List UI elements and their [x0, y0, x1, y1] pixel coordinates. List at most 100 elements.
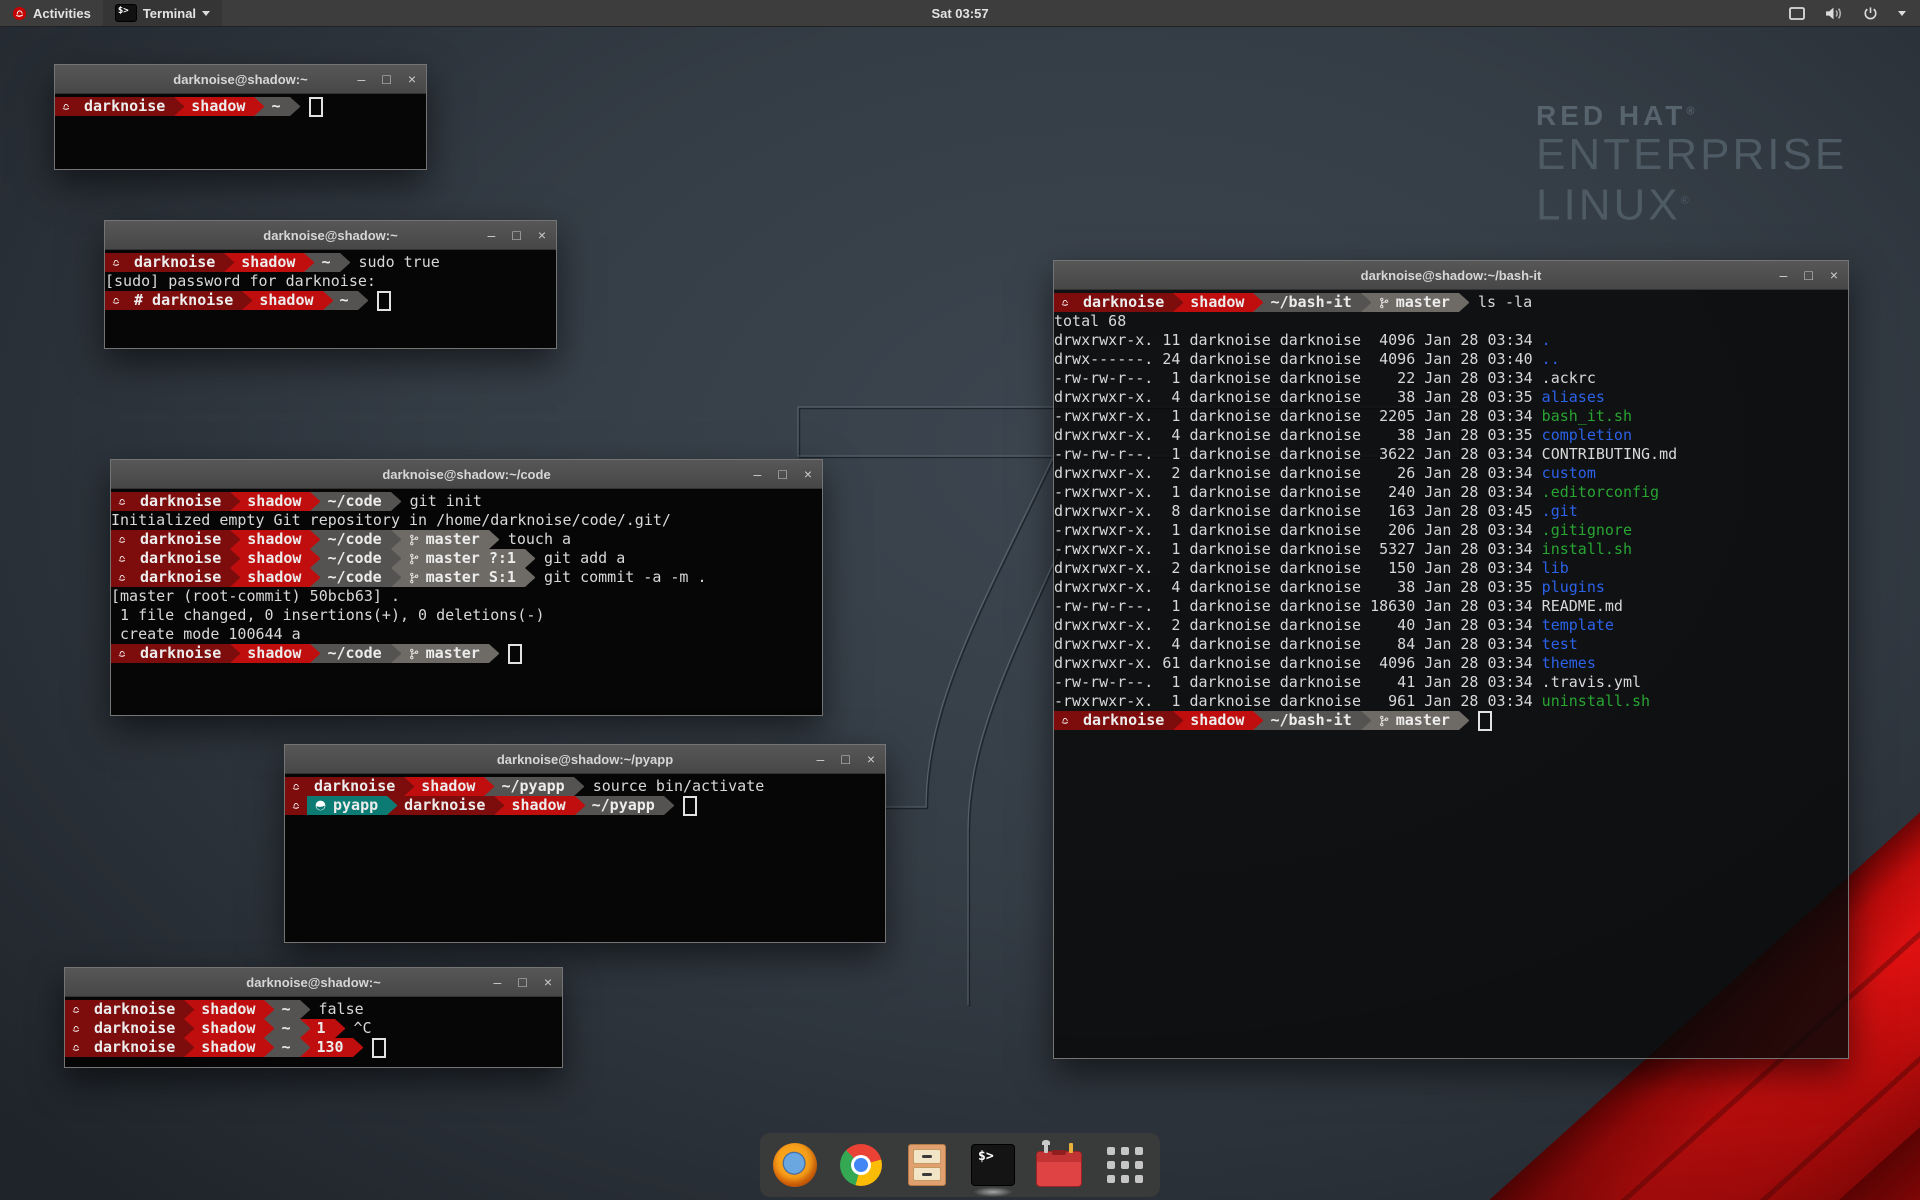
- maximize-button[interactable]: □: [841, 745, 849, 773]
- terminal-content[interactable]: darknoiseshadow~/bash-itmasterls -latota…: [1054, 290, 1848, 1058]
- prompt-segment: darknoise: [127, 253, 224, 272]
- powerline-arrow-icon: [391, 568, 401, 587]
- prompt-line: darknoiseshadow~false: [65, 1000, 562, 1019]
- minimize-button[interactable]: –: [817, 745, 825, 773]
- terminal-content[interactable]: darknoiseshadow~/pyappsource bin/activat…: [285, 774, 885, 942]
- ls-row-filename: CONTRIBUTING.md: [1542, 445, 1677, 463]
- dock-icon-app-grid[interactable]: [1102, 1142, 1148, 1188]
- activities-button[interactable]: Activities: [0, 0, 103, 26]
- terminal-content[interactable]: darknoiseshadow~falsedarknoiseshadow~1^C…: [65, 997, 562, 1067]
- prompt-segment: ~: [274, 1019, 299, 1038]
- terminal-content[interactable]: darknoiseshadow~: [55, 94, 426, 169]
- redhat-icon: [55, 97, 77, 116]
- prompt-line: darknoiseshadow~/codemastertouch a: [111, 530, 822, 549]
- powerline-arrow-icon: [391, 549, 401, 568]
- prompt-segment: ~/pyapp: [585, 796, 664, 815]
- minimize-button[interactable]: –: [488, 221, 496, 249]
- prompt-segment: darknoise: [133, 568, 230, 587]
- prompt-segment-text: shadow: [201, 1019, 255, 1038]
- close-button[interactable]: ×: [544, 968, 552, 996]
- prompt-segment: shadow: [240, 492, 310, 511]
- prompt-segment-text: shadow: [191, 97, 245, 116]
- top-bar: Activities $> Terminal Sat 03:57: [0, 0, 1920, 27]
- close-button[interactable]: ×: [867, 745, 875, 773]
- chrome-icon: [840, 1144, 882, 1186]
- maximize-button[interactable]: □: [778, 460, 786, 488]
- chevron-down-icon[interactable]: [1898, 11, 1906, 16]
- window-titlebar[interactable]: darknoise@shadow:~/code–□×: [111, 460, 822, 489]
- redhat-icon: [111, 568, 133, 587]
- screen-icon[interactable]: [1789, 7, 1805, 20]
- close-button[interactable]: ×: [804, 460, 812, 488]
- powerline-arrow-icon: [353, 1038, 363, 1057]
- app-menu-terminal[interactable]: $> Terminal: [103, 0, 222, 26]
- close-button[interactable]: ×: [408, 65, 416, 93]
- ls-row: -rwxrwxr-x. 1 darknoise darknoise 2205 J…: [1054, 407, 1848, 426]
- powerline-arrow-icon: [230, 644, 240, 663]
- redhat-icon: [65, 1019, 87, 1038]
- powerline-arrow-icon: [575, 796, 585, 815]
- ls-row-fields: drwxrwxr-x. 2 darknoise darknoise 26 Jan…: [1054, 464, 1542, 482]
- ls-row-fields: drwx------. 24 darknoise darknoise 4096 …: [1054, 350, 1542, 368]
- close-button[interactable]: ×: [1830, 261, 1838, 289]
- minimize-button[interactable]: –: [1780, 261, 1788, 289]
- command-text: git add a: [535, 549, 625, 568]
- app-grid-icon: [1107, 1147, 1143, 1183]
- dock-icon-toolbox[interactable]: [1036, 1142, 1082, 1188]
- ls-row-fields: drwxrwxr-x. 4 darknoise darknoise 38 Jan…: [1054, 578, 1542, 596]
- redhat-icon: [105, 291, 127, 310]
- ls-row-filename: uninstall.sh: [1542, 692, 1650, 710]
- window-titlebar[interactable]: darknoise@shadow:~/pyapp–□×: [285, 745, 885, 774]
- prompt-segment-text: darknoise: [94, 1019, 175, 1038]
- ls-row: -rw-rw-r--. 1 darknoise darknoise 22 Jan…: [1054, 369, 1848, 388]
- redhat-icon: [116, 534, 128, 546]
- prompt-segment-text: darknoise: [94, 1000, 175, 1019]
- terminal-icon: $>: [971, 1144, 1015, 1186]
- dock-icon-chrome[interactable]: [838, 1142, 884, 1188]
- clock[interactable]: Sat 03:57: [0, 6, 1920, 21]
- maximize-button[interactable]: □: [382, 65, 390, 93]
- volume-icon[interactable]: [1825, 6, 1843, 21]
- window-titlebar[interactable]: darknoise@shadow:~–□×: [65, 968, 562, 997]
- maximize-button[interactable]: □: [518, 968, 526, 996]
- window-titlebar[interactable]: darknoise@shadow:~–□×: [55, 65, 426, 94]
- redhat-icon: [111, 644, 133, 663]
- powerline-arrow-icon: [404, 777, 414, 796]
- dock-icon-terminal[interactable]: $>: [970, 1142, 1016, 1188]
- ls-row-fields: -rwxrwxr-x. 1 darknoise darknoise 961 Ja…: [1054, 692, 1542, 710]
- maximize-button[interactable]: □: [512, 221, 520, 249]
- dock-icon-files[interactable]: [904, 1142, 950, 1188]
- powerline-arrow-icon: [484, 777, 494, 796]
- prompt-segment: darknoise: [77, 97, 174, 116]
- activities-label: Activities: [33, 6, 91, 21]
- command-text: ls -la: [1469, 293, 1532, 312]
- window-titlebar[interactable]: darknoise@shadow:~/bash-it–□×: [1054, 261, 1848, 290]
- prompt-segment: shadow: [184, 97, 254, 116]
- close-button[interactable]: ×: [538, 221, 546, 249]
- output-line: Initialized empty Git repository in /hom…: [111, 511, 822, 530]
- prompt-segment-text: shadow: [259, 291, 313, 310]
- powerline-arrow-icon: [323, 291, 333, 310]
- ls-row: drwxrwxr-x. 11 darknoise darknoise 4096 …: [1054, 331, 1848, 350]
- prompt-segment: darknoise: [1076, 293, 1173, 312]
- prompt-segment-text: ~/pyapp: [592, 796, 655, 815]
- powerline-arrow-icon: [310, 530, 320, 549]
- terminal-content[interactable]: darknoiseshadow~/codegit initInitialized…: [111, 489, 822, 715]
- minimize-button[interactable]: –: [754, 460, 762, 488]
- power-icon[interactable]: [1863, 6, 1878, 21]
- system-tray: [1789, 6, 1920, 21]
- maximize-button[interactable]: □: [1804, 261, 1812, 289]
- window-titlebar[interactable]: darknoise@shadow:~–□×: [105, 221, 556, 250]
- redhat-icon: [116, 496, 128, 508]
- terminal-window: darknoise@shadow:~–□×darknoiseshadow~sud…: [104, 220, 557, 349]
- prompt-segment: ~/bash-it: [1263, 293, 1360, 312]
- prompt-segment-text: pyapp: [333, 796, 378, 815]
- prompt-segment: shadow: [240, 644, 310, 663]
- terminal-content[interactable]: darknoiseshadow~sudo true[sudo] password…: [105, 250, 556, 348]
- minimize-button[interactable]: –: [494, 968, 502, 996]
- prompt-segment-text: master ?:1: [426, 549, 516, 568]
- prompt-segment: master ?:1: [401, 549, 525, 568]
- ls-row: -rwxrwxr-x. 1 darknoise darknoise 240 Ja…: [1054, 483, 1848, 502]
- dock-icon-firefox[interactable]: [772, 1142, 818, 1188]
- minimize-button[interactable]: –: [358, 65, 366, 93]
